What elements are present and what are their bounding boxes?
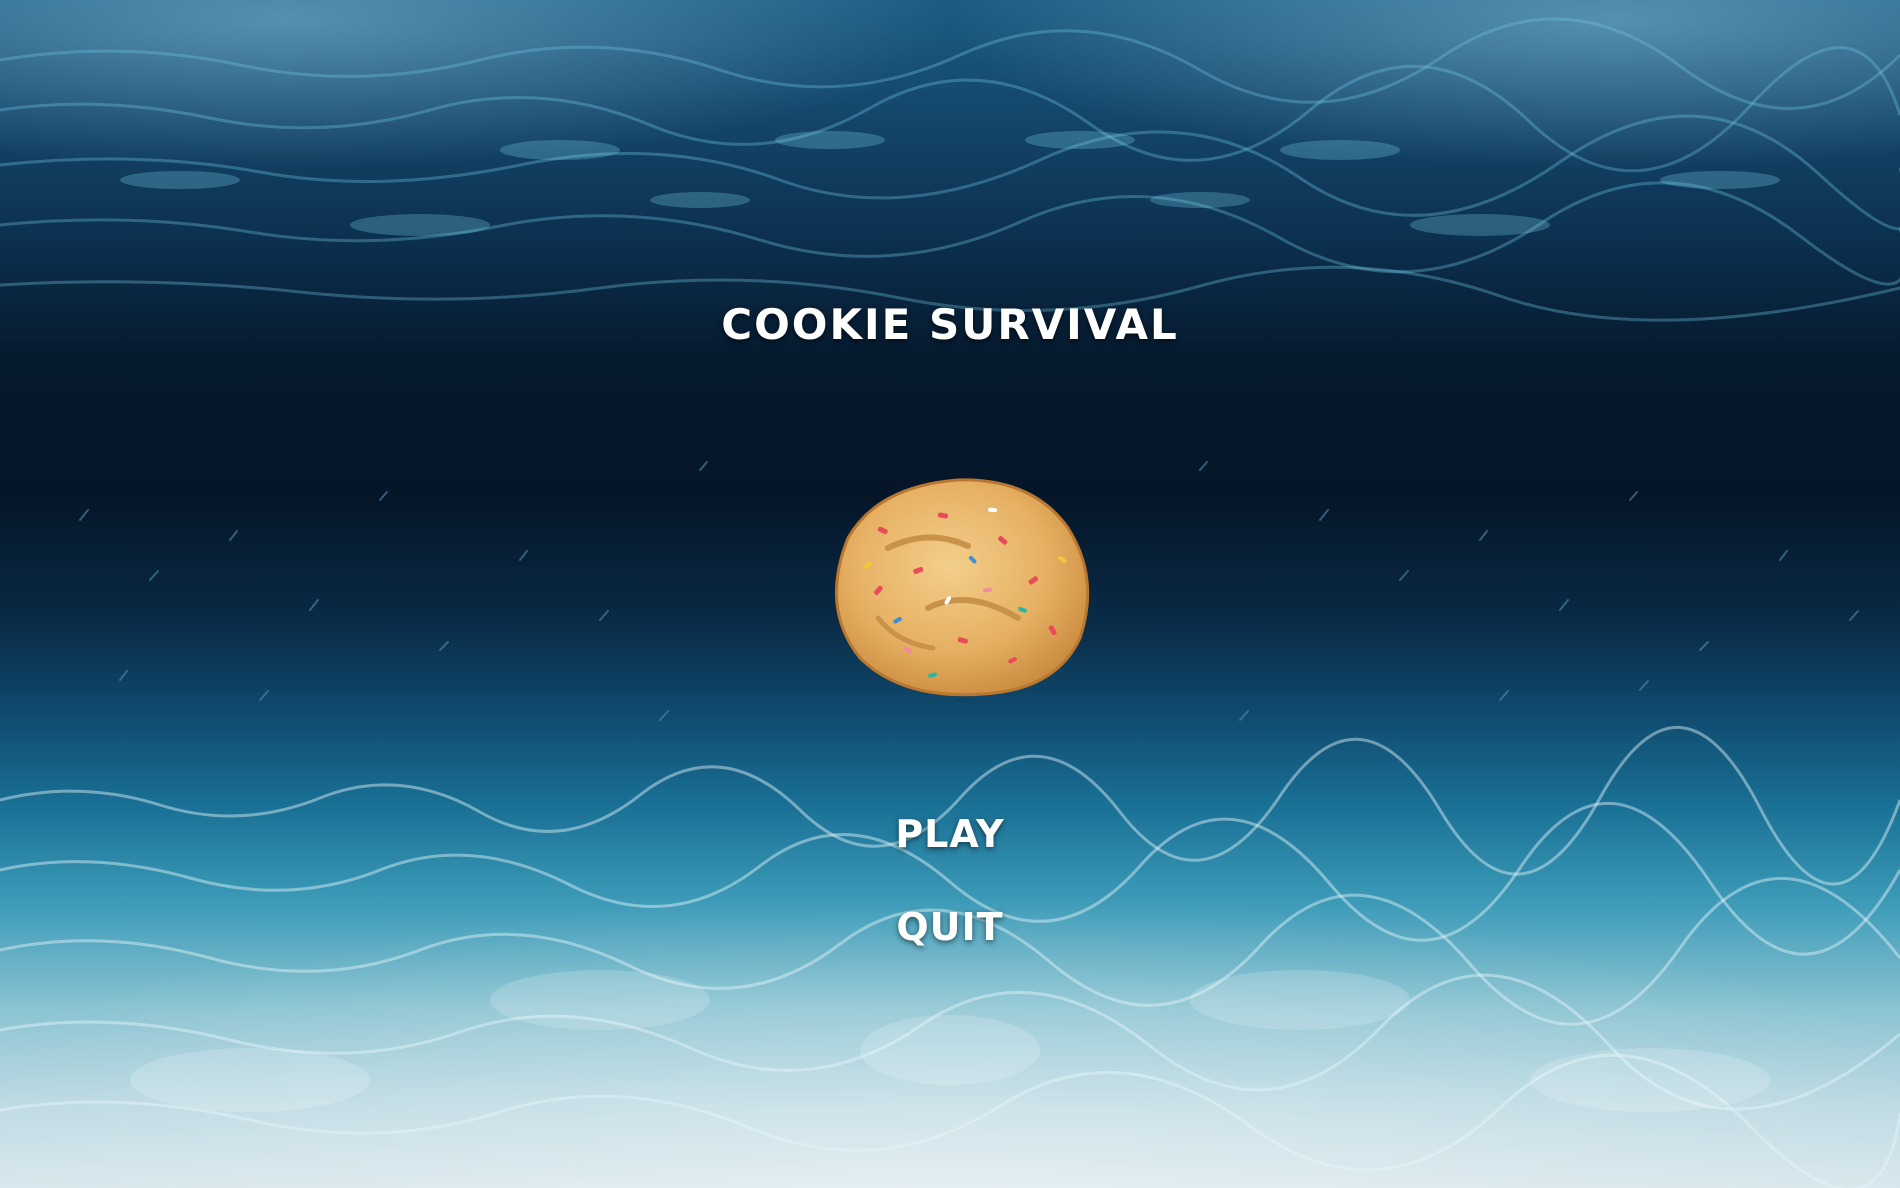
play-button[interactable]: PLAY: [850, 812, 1050, 856]
game-title: COOKIE SURVIVAL: [721, 300, 1179, 349]
main-menu-screen: COOKIE SURVIVAL PLAY QUIT: [0, 0, 1900, 1188]
quit-button[interactable]: QUIT: [850, 905, 1050, 949]
cookie-icon: [834, 478, 1090, 697]
